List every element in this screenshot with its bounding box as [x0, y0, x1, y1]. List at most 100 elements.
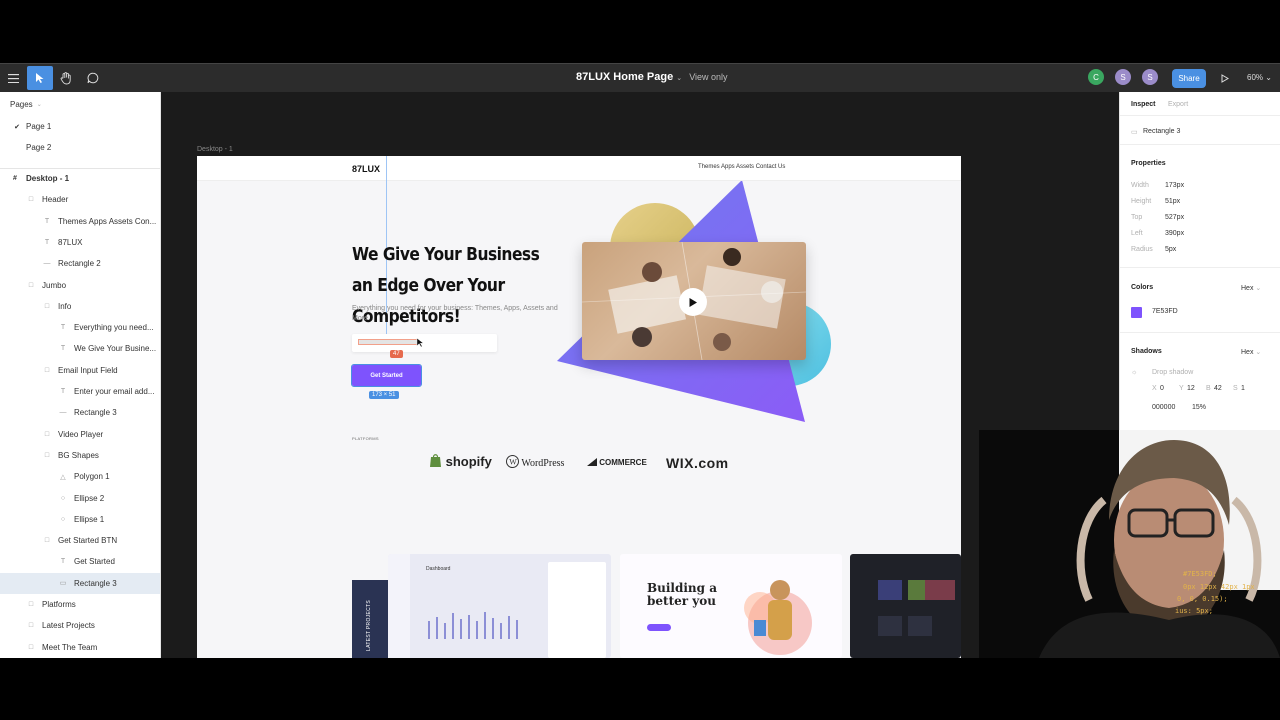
color-hex-value[interactable]: 7E53FD	[1152, 308, 1178, 315]
layer-item[interactable]: T Everything you need...	[0, 317, 160, 338]
menu-icon[interactable]	[0, 66, 26, 90]
desktop-frame[interactable]: 87LUX Themes Apps Assets Contact Us We G…	[197, 156, 961, 658]
play-button[interactable]	[679, 288, 707, 316]
zoom-dropdown[interactable]: 60% ⌄	[1247, 73, 1272, 82]
layer-item[interactable]: T Get Started	[0, 551, 160, 572]
shadow-param-value[interactable]: 0	[1160, 385, 1164, 392]
layer-item[interactable]: □ Latest Projects	[0, 615, 160, 636]
site-header: 87LUX Themes Apps Assets Contact Us	[197, 156, 961, 181]
email-input-field[interactable]	[352, 334, 497, 352]
layer-type-icon: □	[28, 281, 34, 289]
layer-item[interactable]: □ Meet The Team	[0, 637, 160, 658]
layers-panel: Pages ⌄ ✔ Page 1 Page 2 # Desktop - 1 □ Hea…	[0, 92, 161, 658]
property-value[interactable]: 51px	[1165, 198, 1180, 205]
layer-label: Platforms	[42, 600, 76, 609]
layer-label: Desktop - 1	[26, 174, 70, 183]
shadow-format-dropdown[interactable]: Hex ⌄	[1241, 348, 1261, 356]
svg-text:W: W	[509, 458, 517, 467]
layer-item[interactable]: — Rectangle 3	[0, 402, 160, 423]
layer-label: Get Started BTN	[58, 536, 118, 546]
site-logo[interactable]: 87LUX	[352, 164, 380, 174]
hand-tool-icon[interactable]	[53, 66, 79, 90]
shadow-color-value[interactable]: 000000	[1152, 404, 1175, 411]
property-value[interactable]: 5px	[1165, 246, 1176, 253]
shadow-param-label: S	[1233, 385, 1238, 392]
shadow-param-value[interactable]: 1	[1241, 385, 1245, 392]
chevron-down-icon: ⌄	[1255, 349, 1262, 356]
layer-type-icon: □	[44, 430, 50, 438]
panel-divider	[1120, 332, 1280, 333]
shopify-bag-icon	[430, 454, 441, 467]
present-play-icon[interactable]	[1212, 66, 1238, 90]
layer-item[interactable]: T We Give Your Busine...	[0, 338, 160, 359]
get-started-button[interactable]: Get Started	[351, 364, 422, 387]
property-value[interactable]: 527px	[1165, 214, 1184, 221]
color-format-dropdown[interactable]: Hex ⌄	[1241, 284, 1261, 292]
layer-type-icon: T	[60, 324, 66, 332]
layer-item[interactable]: ○ Ellipse 2	[0, 488, 160, 509]
code-line: ius: 5px;	[1175, 607, 1213, 615]
layer-item[interactable]: □ BG Shapes	[0, 445, 160, 466]
layer-item[interactable]: # Desktop - 1	[0, 168, 160, 189]
layer-item[interactable]: T Enter your email add...	[0, 381, 160, 402]
tab-export[interactable]: Export	[1168, 101, 1188, 108]
shadow-param-value[interactable]: 42	[1214, 385, 1222, 392]
project-card-fashion[interactable]: Building a better you	[620, 554, 842, 658]
shadows-header: Shadows	[1131, 348, 1162, 355]
layer-item[interactable]: T 87LUX	[0, 232, 160, 253]
layer-item[interactable]: ○ Ellipse 1	[0, 509, 160, 530]
avatar[interactable]: S	[1142, 69, 1158, 85]
card-list-panel	[548, 562, 606, 658]
layer-item[interactable]: △ Polygon 1	[0, 466, 160, 487]
page-item-1[interactable]: ✔ Page 1	[0, 116, 160, 137]
pages-header-label: Pages	[10, 100, 33, 109]
color-swatch[interactable]	[1131, 307, 1142, 318]
layer-item[interactable]: □ Email Input Field	[0, 360, 160, 381]
checkmark-icon: ✔	[14, 123, 20, 131]
latest-projects-tab: LATEST PROJECTS	[352, 580, 388, 658]
page-item-2[interactable]: Page 2	[0, 137, 160, 158]
distance-badge: 47	[390, 350, 403, 358]
latest-projects-label: LATEST PROJECTS	[366, 600, 372, 651]
layer-type-icon: T	[44, 217, 50, 225]
layer-type-icon: ○	[60, 515, 66, 523]
layer-item[interactable]: □ Get Started BTN	[0, 530, 160, 551]
chevron-down-icon: ⌄	[1265, 73, 1272, 82]
property-value[interactable]: 390px	[1165, 230, 1184, 237]
avatar[interactable]: C	[1088, 69, 1104, 85]
layer-item[interactable]: □ Info	[0, 296, 160, 317]
zoom-level: 60%	[1247, 73, 1264, 82]
webcam-overlay	[979, 430, 1280, 658]
layer-item[interactable]: ▭ Rectangle 3	[0, 572, 160, 594]
layer-item[interactable]: □ Platforms	[0, 594, 160, 615]
bigcommerce-icon	[587, 458, 597, 466]
size-badge: 173 × 51	[369, 391, 399, 399]
rectangle-icon: ▭	[1131, 129, 1138, 136]
share-button[interactable]: Share	[1172, 69, 1206, 88]
site-nav-links[interactable]: Themes Apps Assets Contact Us	[698, 164, 785, 170]
project-card-dashboard[interactable]: Dashboard	[388, 554, 611, 658]
card-cta	[647, 624, 671, 631]
comment-tool-icon[interactable]	[80, 66, 106, 90]
layer-label: We Give Your Busine...	[74, 344, 157, 354]
document-title[interactable]: 87LUX Home Page ⌄ View only	[576, 71, 728, 83]
video-player[interactable]	[582, 242, 806, 360]
layer-item[interactable]: □ Header	[0, 189, 160, 210]
shadow-opacity-value[interactable]: 15%	[1192, 404, 1206, 411]
layer-item[interactable]: □ Jumbo	[0, 275, 160, 296]
shadow-param-value[interactable]: 12	[1187, 385, 1195, 392]
avatar[interactable]: S	[1115, 69, 1131, 85]
frame-label[interactable]: Desktop - 1	[197, 146, 233, 153]
layer-type-icon: □	[44, 302, 50, 310]
design-canvas[interactable]: Desktop - 1 87LUX Themes Apps Assets Con…	[161, 92, 1119, 658]
pages-header[interactable]: Pages ⌄	[0, 94, 160, 115]
layer-item[interactable]: — Rectangle 2	[0, 253, 160, 274]
project-card-dark-app[interactable]	[850, 554, 961, 658]
tab-inspect[interactable]: Inspect	[1131, 101, 1156, 108]
layer-item[interactable]: T Themes Apps Assets Con...	[0, 211, 160, 232]
layer-item[interactable]: □ Video Player	[0, 424, 160, 445]
move-tool-icon[interactable]	[27, 66, 53, 90]
hero-subtitle[interactable]: Everything you need for your business: T…	[352, 304, 574, 324]
property-value[interactable]: 173px	[1165, 182, 1184, 189]
card-tile	[925, 580, 955, 600]
